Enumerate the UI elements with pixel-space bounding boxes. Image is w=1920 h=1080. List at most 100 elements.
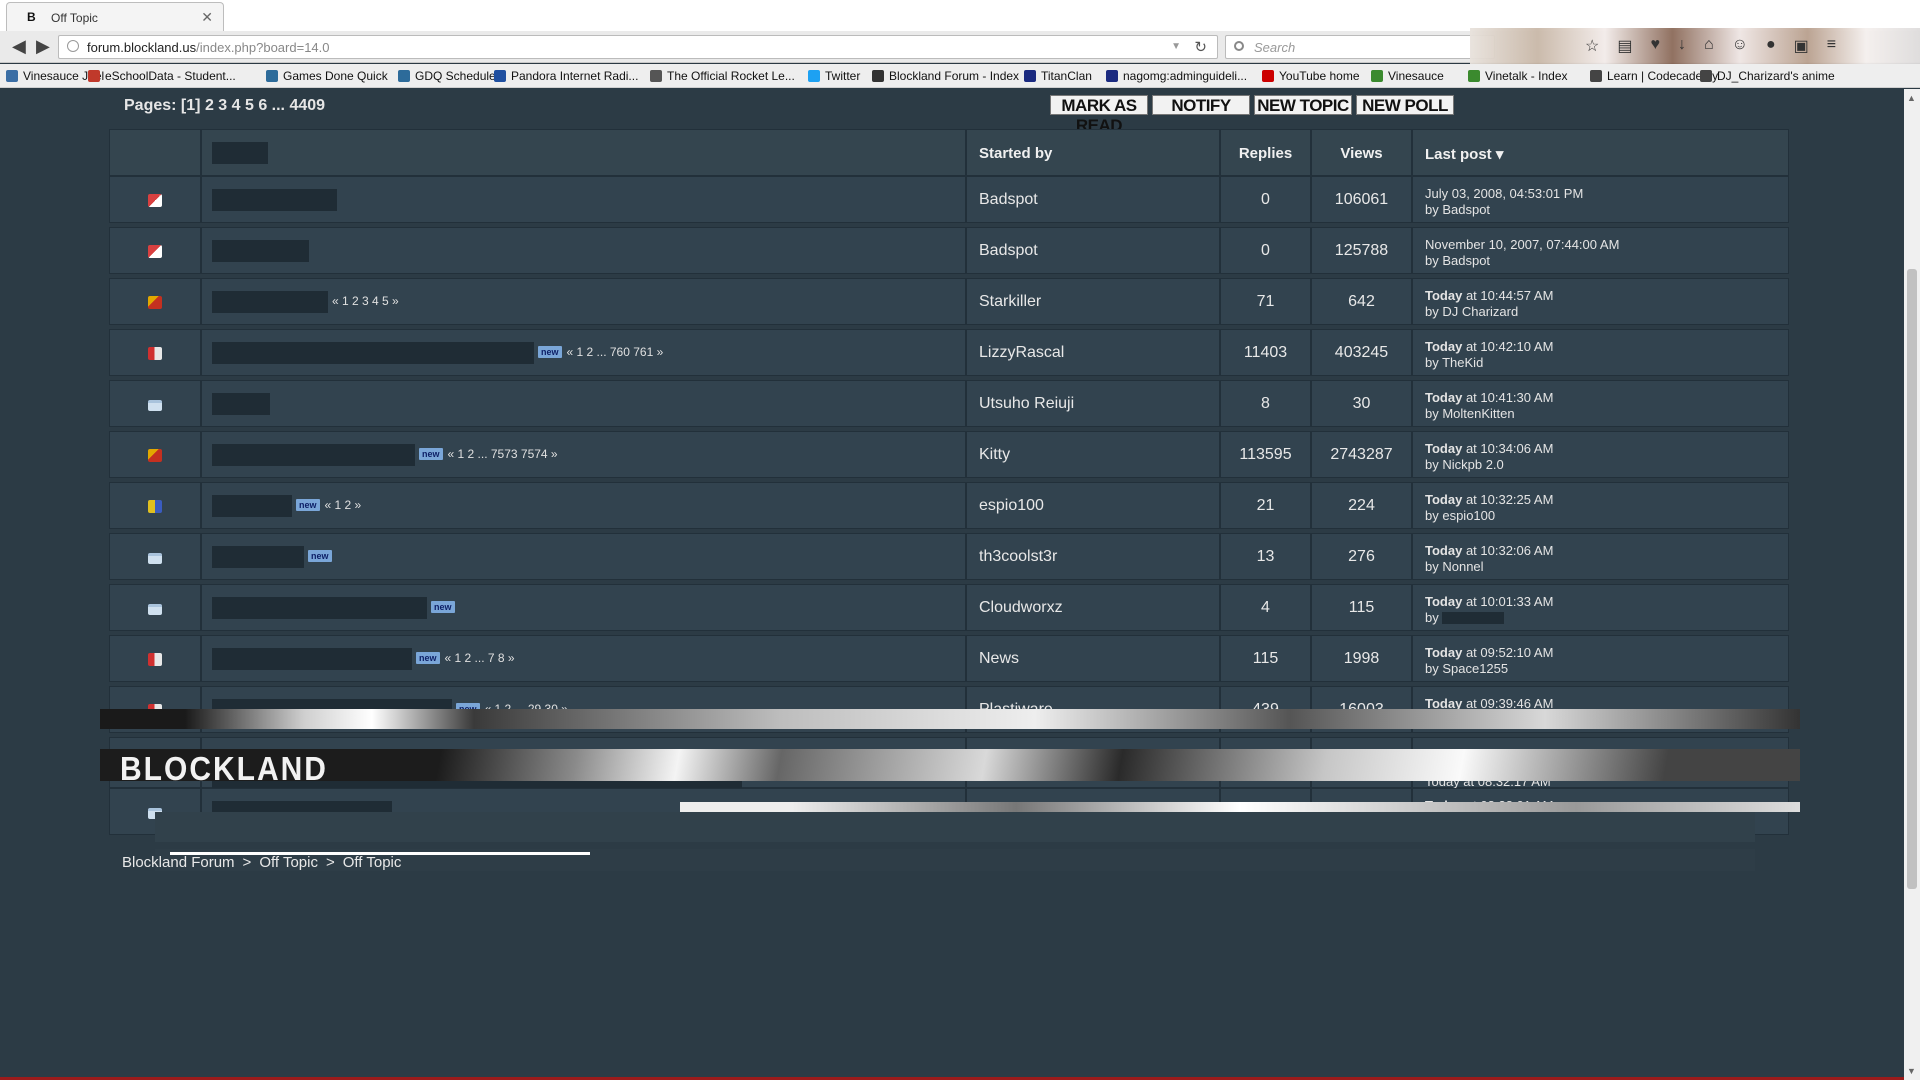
redacted-topic-title[interactable] bbox=[212, 597, 427, 619]
menu-icon[interactable]: ≡ bbox=[1827, 36, 1836, 56]
last-post-time[interactable]: Today at 10:42:10 AM bbox=[1425, 339, 1553, 354]
topic-views-cell: 115 bbox=[1311, 584, 1412, 631]
last-post-time[interactable]: Today at 10:01:33 AM bbox=[1425, 594, 1553, 609]
last-post-time[interactable]: Today at 10:34:06 AM bbox=[1425, 441, 1553, 456]
close-tab-icon[interactable]: ✕ bbox=[201, 9, 213, 26]
last-post-time[interactable]: Today at 09:52:10 AM bbox=[1425, 645, 1553, 660]
scroll-thumb[interactable] bbox=[1907, 269, 1917, 889]
bookmark-item[interactable]: Learn | Codecademy bbox=[1590, 69, 1718, 83]
topic-page-links[interactable]: « 1 2 ... 7 8 » bbox=[445, 651, 515, 665]
page-info-icon[interactable] bbox=[67, 40, 79, 52]
new-badge[interactable]: new bbox=[416, 652, 440, 664]
bookmark-favicon-icon bbox=[1371, 70, 1383, 82]
bookmark-item[interactable]: YouTube home bbox=[1262, 69, 1360, 83]
last-post-time[interactable]: Today at 10:41:30 AM bbox=[1425, 390, 1553, 405]
new-badge[interactable]: new bbox=[419, 448, 443, 460]
reading-list-icon[interactable]: ▤ bbox=[1617, 36, 1632, 56]
bookmark-item[interactable]: eSchoolData - Student... bbox=[88, 69, 236, 83]
topic-icon-cell bbox=[109, 635, 201, 682]
scroll-up-icon[interactable]: ▲ bbox=[1907, 93, 1916, 103]
topic-starter-link[interactable]: Starkiller bbox=[979, 293, 1041, 311]
redacted-topic-title[interactable] bbox=[212, 444, 415, 466]
topic-icon-cell bbox=[109, 380, 201, 427]
redacted-topic-title[interactable] bbox=[212, 240, 309, 262]
browser-tab[interactable]: B Off Topic ✕ bbox=[6, 2, 224, 31]
url-bar[interactable]: forum.blockland.us/index.php?board=14.0 … bbox=[58, 35, 1218, 59]
bookmark-item[interactable]: The Official Rocket Le... bbox=[650, 69, 795, 83]
breadcrumb-board[interactable]: Off Topic bbox=[259, 854, 318, 871]
bookmark-item[interactable]: Vinetalk - Index bbox=[1468, 69, 1568, 83]
topic-starter-link[interactable]: LizzyRascal bbox=[979, 344, 1064, 362]
home-icon[interactable]: ⌂ bbox=[1704, 36, 1714, 56]
redacted-topic-title[interactable] bbox=[212, 546, 304, 568]
new-badge[interactable]: new bbox=[431, 601, 455, 613]
topic-page-links[interactable]: « 1 2 ... 760 761 » bbox=[567, 345, 664, 359]
chat-icon[interactable]: ☺ bbox=[1732, 36, 1748, 56]
bookmark-item[interactable]: Pandora Internet Radi... bbox=[494, 69, 638, 83]
new-topic-button[interactable]: NEW TOPIC bbox=[1254, 95, 1352, 115]
reload-icon[interactable]: ↻ bbox=[1194, 38, 1207, 56]
search-bar[interactable]: Search bbox=[1225, 35, 1495, 59]
topic-page-links[interactable]: « 1 2 ... 7573 7574 » bbox=[448, 447, 558, 461]
breadcrumb-forum[interactable]: Blockland Forum bbox=[122, 854, 235, 871]
last-post-time[interactable]: Today at 10:32:25 AM bbox=[1425, 492, 1553, 507]
forward-icon[interactable]: ▶ bbox=[36, 37, 50, 55]
last-post-time[interactable]: July 03, 2008, 04:53:01 PM bbox=[1425, 186, 1583, 201]
topic-page-links[interactable]: « 1 2 3 4 5 » bbox=[332, 294, 399, 308]
topic-starter-link[interactable]: th3coolst3r bbox=[979, 548, 1057, 566]
redacted-topic-title[interactable] bbox=[212, 189, 337, 211]
header-started-by[interactable]: Started by bbox=[966, 129, 1220, 176]
bookmark-star-icon[interactable]: ☆ bbox=[1585, 36, 1599, 56]
new-badge[interactable]: new bbox=[538, 346, 562, 358]
pocket-icon[interactable]: ♥ bbox=[1650, 36, 1660, 56]
back-icon[interactable]: ◀ bbox=[12, 37, 26, 55]
bookmark-item[interactable]: Blockland Forum - Index bbox=[872, 69, 1019, 83]
bookmark-item[interactable]: Games Done Quick bbox=[266, 69, 388, 83]
scroll-down-icon[interactable]: ▼ bbox=[1907, 1066, 1916, 1076]
redacted-topic-title[interactable] bbox=[212, 648, 412, 670]
bookmark-item[interactable]: Vinesauce bbox=[1371, 69, 1444, 83]
url-dropdown-icon[interactable]: ▼ bbox=[1171, 41, 1181, 52]
mark-as-read-button[interactable]: MARK AS READ bbox=[1050, 95, 1148, 135]
topic-starter-link[interactable]: espio100 bbox=[979, 497, 1044, 515]
redacted-topic-title[interactable] bbox=[212, 342, 534, 364]
new-badge[interactable]: new bbox=[308, 550, 332, 562]
new-badge[interactable]: new bbox=[296, 499, 320, 511]
breadcrumb-current[interactable]: Off Topic bbox=[343, 854, 402, 871]
last-post-author: by espio100 bbox=[1425, 508, 1496, 523]
topic-starter-link[interactable]: Badspot bbox=[979, 191, 1038, 209]
topic-starter-link[interactable]: Utsuho Reiuji bbox=[979, 395, 1074, 413]
last-post-time[interactable]: November 10, 2007, 07:44:00 AM bbox=[1425, 237, 1619, 252]
topic-starter-link[interactable]: News bbox=[979, 650, 1019, 668]
redacted-topic-title[interactable] bbox=[212, 291, 328, 313]
bookmark-item[interactable]: TitanClan bbox=[1024, 69, 1092, 83]
bookmark-item[interactable]: Twitter bbox=[808, 69, 860, 83]
topic-page-links[interactable]: « 1 2 » bbox=[325, 498, 362, 512]
new-poll-button[interactable]: NEW POLL bbox=[1356, 95, 1454, 115]
last-post-time[interactable]: Today at 10:32:06 AM bbox=[1425, 543, 1553, 558]
bookmark-item[interactable]: DJ_Charizard's anime bbox=[1700, 69, 1835, 83]
redacted-topic-title[interactable] bbox=[212, 393, 270, 415]
topic-starter-cell: Utsuho Reiuji bbox=[966, 380, 1220, 427]
views-count: 224 bbox=[1348, 497, 1375, 514]
adblock-icon[interactable]: ● bbox=[1766, 36, 1776, 56]
notify-button[interactable]: NOTIFY bbox=[1152, 95, 1250, 115]
header-subject-cell[interactable] bbox=[201, 129, 966, 176]
page-scrollbar[interactable]: ▲ ▼ bbox=[1904, 89, 1920, 1080]
header-last-post[interactable]: Last post ▾ bbox=[1412, 129, 1789, 176]
redacted-topic-title[interactable] bbox=[212, 495, 292, 517]
last-post-time[interactable]: Today at 10:44:57 AM bbox=[1425, 288, 1553, 303]
bookmark-item[interactable]: GDQ Schedule bbox=[398, 69, 496, 83]
topic-subject-cell bbox=[201, 227, 966, 274]
search-input[interactable]: Search bbox=[1254, 40, 1295, 55]
download-icon[interactable]: ↓ bbox=[1678, 36, 1686, 56]
bookmark-item[interactable]: nagomg:adminguideli... bbox=[1106, 69, 1247, 83]
topic-starter-link[interactable]: Kitty bbox=[979, 446, 1010, 464]
topic-starter-link[interactable]: Cloudworxz bbox=[979, 599, 1063, 617]
topic-starter-link[interactable]: Badspot bbox=[979, 242, 1038, 260]
header-replies[interactable]: Replies bbox=[1220, 129, 1311, 176]
page-links[interactable]: 2 3 4 5 6 ... 4409 bbox=[205, 97, 325, 114]
extension-icon[interactable]: ▣ bbox=[1794, 36, 1809, 56]
url-text[interactable]: forum.blockland.us/index.php?board=14.0 bbox=[87, 40, 330, 55]
header-views[interactable]: Views bbox=[1311, 129, 1412, 176]
